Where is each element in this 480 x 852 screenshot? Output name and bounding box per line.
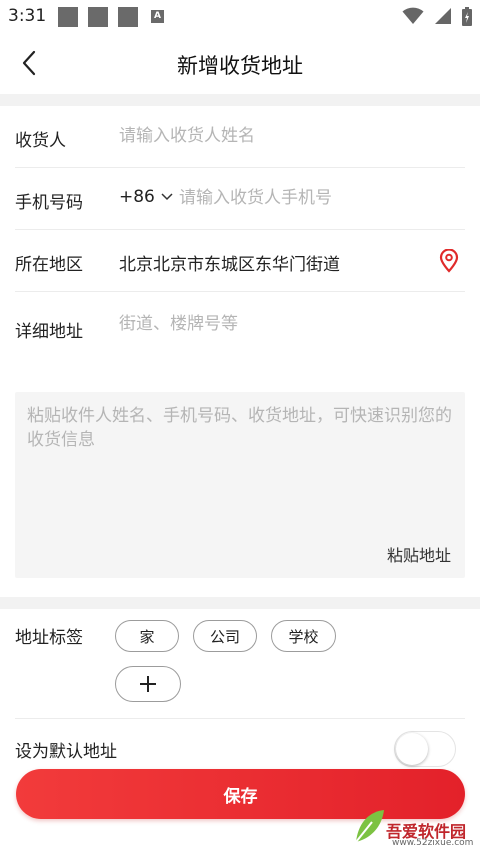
leaf-logo-icon bbox=[355, 810, 384, 843]
section-divider bbox=[0, 597, 480, 609]
region-value: 北京北京市东城区东华门街道 bbox=[119, 255, 340, 275]
tags-label: 地址标签 bbox=[15, 628, 83, 648]
watermark: 吾爱软件园 www.52zixue.com bbox=[350, 800, 478, 850]
notification-icon bbox=[58, 7, 78, 27]
name-label: 收货人 bbox=[15, 131, 66, 151]
status-icons bbox=[402, 6, 472, 26]
country-code-select[interactable]: +86 bbox=[119, 187, 173, 207]
default-address-label: 设为默认地址 bbox=[15, 742, 117, 762]
detail-input[interactable] bbox=[119, 310, 449, 338]
battery-icon bbox=[462, 6, 472, 26]
chevron-down-icon bbox=[161, 193, 173, 201]
watermark-url: www.52zixue.com bbox=[392, 838, 474, 848]
signal-icon bbox=[435, 8, 451, 24]
row-divider bbox=[15, 718, 465, 719]
phone-input[interactable] bbox=[179, 184, 459, 212]
region-row[interactable]: 所在地区 北京北京市东城区东华门街道 bbox=[15, 230, 465, 292]
nav-bar: 新增收货地址 bbox=[0, 32, 480, 94]
section-divider bbox=[0, 94, 480, 106]
tag-school[interactable]: 学校 bbox=[271, 620, 336, 652]
status-time: 3:31 bbox=[8, 6, 47, 26]
accessibility-icon: A bbox=[151, 10, 164, 23]
detail-label: 详细地址 bbox=[15, 322, 83, 342]
region-label: 所在地区 bbox=[15, 255, 83, 275]
smart-paste-box: 粘贴地址 bbox=[15, 392, 465, 578]
plus-icon bbox=[140, 676, 156, 692]
page-title: 新增收货地址 bbox=[177, 54, 303, 78]
default-address-toggle[interactable] bbox=[394, 731, 456, 767]
toggle-knob bbox=[396, 733, 428, 765]
smart-paste-input[interactable] bbox=[27, 404, 453, 534]
paste-address-button[interactable]: 粘贴地址 bbox=[387, 542, 451, 566]
add-tag-button[interactable] bbox=[115, 666, 181, 702]
wifi-icon bbox=[402, 7, 424, 24]
name-row: 收货人 bbox=[15, 106, 465, 168]
status-bar: 3:31 A bbox=[0, 0, 480, 32]
phone-row: 手机号码 +86 bbox=[15, 168, 465, 230]
notification-icon bbox=[88, 7, 108, 27]
detail-row: 详细地址 bbox=[15, 292, 465, 372]
tag-company[interactable]: 公司 bbox=[193, 620, 257, 652]
name-input[interactable] bbox=[119, 122, 449, 150]
tag-home[interactable]: 家 bbox=[115, 620, 179, 652]
notification-icon bbox=[118, 7, 138, 27]
phone-label: 手机号码 bbox=[15, 193, 83, 213]
location-pin-icon[interactable] bbox=[438, 249, 460, 273]
country-code-value: +86 bbox=[119, 187, 155, 207]
